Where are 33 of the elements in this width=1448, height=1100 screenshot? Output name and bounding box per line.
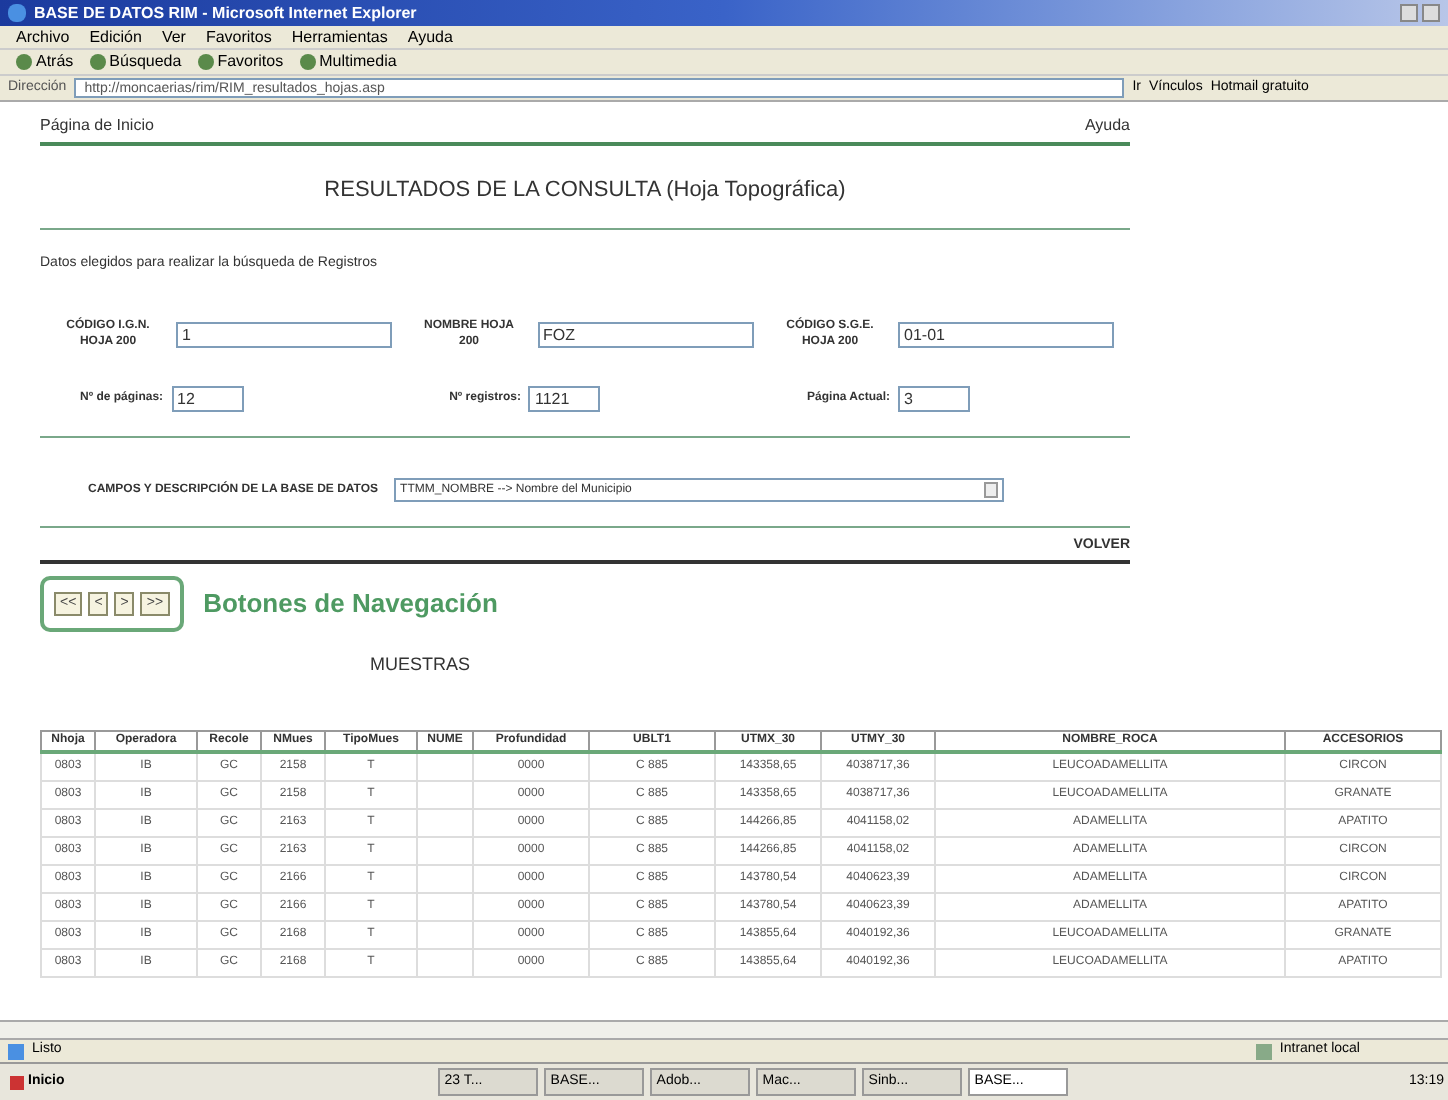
page-heading: RESULTADOS DE LA CONSULTA (Hoja Topográfica) [322, 176, 848, 206]
help-link[interactable]: Ayuda [1084, 114, 1130, 138]
horizontal-scrollbar[interactable] [0, 1020, 1448, 1038]
windows-icon [10, 1075, 24, 1089]
text-field[interactable]: 3 [897, 386, 970, 412]
text-field[interactable]: 1121 [528, 386, 601, 412]
ie-icon [8, 4, 26, 22]
toolbar-icon [89, 54, 106, 70]
text-field[interactable]: 1 [176, 321, 392, 347]
maximize-icon[interactable] [1422, 4, 1440, 22]
home-link[interactable]: Página de Inicio [40, 114, 154, 138]
menu-item[interactable]: Herramientas [291, 25, 388, 49]
menu-item[interactable]: Ver [161, 25, 186, 49]
text-field[interactable]: 12 [171, 386, 244, 412]
toolbar-button[interactable]: Búsqueda [89, 50, 182, 74]
toolbar-button[interactable]: Atrás [16, 50, 74, 74]
section-title: MUESTRAS [370, 651, 473, 677]
menu-item[interactable]: Archivo [16, 25, 70, 49]
menu-item[interactable]: Ayuda [407, 25, 453, 49]
minimize-icon[interactable] [1400, 4, 1418, 22]
nav-title: Botones de Navegación [203, 585, 498, 622]
page-icon [8, 1043, 24, 1059]
menu-item[interactable]: Favoritos [205, 25, 272, 49]
toolbar-icon [299, 54, 316, 70]
zone-icon [1255, 1043, 1272, 1059]
window-title: BASE DE DATOS RIM - Microsoft Internet Explorer [34, 1, 417, 25]
toolbar-button[interactable]: Multimedia [299, 50, 397, 74]
text-field[interactable]: FOZ [537, 321, 753, 347]
toolbar-icon [16, 54, 32, 70]
toolbar-icon [197, 54, 214, 70]
toolbar-button[interactable]: Favoritos [197, 50, 284, 74]
text-field[interactable]: 01-01 [898, 321, 1114, 347]
menu-item[interactable]: Edición [89, 25, 142, 49]
